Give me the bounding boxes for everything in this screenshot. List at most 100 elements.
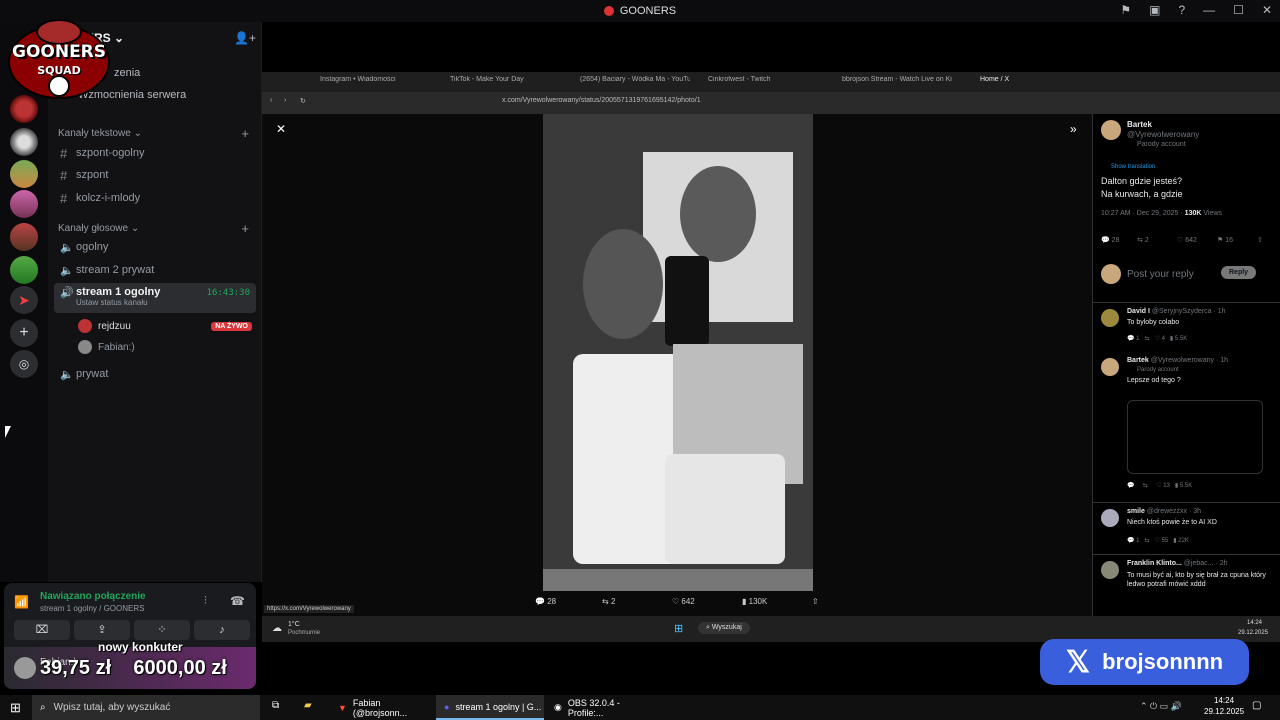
activities-button[interactable]: ⁘ — [134, 620, 190, 640]
hash-icon: # — [60, 190, 68, 206]
server-menu-item[interactable]: zenia — [114, 67, 140, 79]
reply-item[interactable]: David I @SeryjnySzyderca · 1h To byloby … — [1093, 302, 1280, 352]
reply-item[interactable]: Franklin Klinto... @jebac... · 2h To mus… — [1093, 554, 1280, 616]
voice-user-fabian[interactable]: Fabian:) — [78, 339, 252, 355]
browser-tab[interactable]: bbrojson Stream - Watch Live on Kick — [842, 76, 952, 88]
search-input[interactable]: ⌕ Wpisz tutaj, aby wyszukać — [32, 695, 260, 720]
taskbar-brave[interactable]: ▼ Fabian (@brojsonn... — [330, 695, 432, 720]
share-icon[interactable]: ⇧ — [1257, 236, 1263, 244]
browser-tab[interactable]: Cinkrofwest - Twitch — [708, 76, 818, 88]
category-text[interactable]: Kanały tekstowe ⌄ — [58, 128, 142, 139]
voice-channel-ogolny[interactable]: 🔈 ogolny — [54, 237, 256, 257]
server-icon-6[interactable] — [10, 256, 38, 284]
voice-channel-prywat[interactable]: 🔈 prywat — [54, 364, 256, 384]
voice-channel-stream-1[interactable]: 🔊 stream 1 ogolny Ustaw status kanału 16… — [54, 283, 256, 313]
like-icon[interactable]: ♡ 642 — [1177, 236, 1197, 244]
expand-icon[interactable]: » — [1070, 122, 1077, 136]
channel-status[interactable]: Ustaw status kanału — [76, 298, 160, 307]
stream-view[interactable]: Instagram • Wiadomości TikTok - Make You… — [262, 72, 1280, 642]
voice-activity-icon[interactable]: ⫶ — [204, 595, 207, 608]
server-icon-2[interactable] — [10, 128, 38, 156]
clock-time[interactable]: 14:24 — [1214, 696, 1234, 705]
gooners-squad-logo: GOONERS SQUAD — [6, 12, 112, 100]
tray-icons[interactable]: ⌃ ⏻ ▭ 🔊 — [1140, 701, 1182, 712]
back-icon[interactable]: ‹ — [270, 97, 272, 104]
connection-status[interactable]: Nawiązano połączenie — [40, 591, 146, 602]
live-badge: NA ŻYWO — [211, 321, 252, 331]
share-icon[interactable]: ⇧ — [812, 597, 819, 606]
category-voice[interactable]: Kanały głosowe ⌄ — [58, 223, 139, 234]
connection-channel[interactable]: stream 1 ogolny / GOONERS — [40, 604, 144, 613]
translate-link[interactable]: Show translation — [1111, 164, 1155, 170]
search-box[interactable]: ⌕ Wyszukaj — [698, 622, 750, 634]
views-icon[interactable]: ▮ 130K — [742, 597, 767, 606]
help-icon[interactable]: ? — [1178, 3, 1185, 17]
disconnect-icon[interactable]: ☎ — [230, 594, 245, 608]
repost-icon[interactable]: ⇆ 2 — [602, 597, 615, 606]
tweet-handle[interactable]: @Vyrewolwerowany — [1127, 130, 1199, 139]
parody-label: Parody account — [1137, 141, 1186, 148]
server-icon-4[interactable] — [10, 190, 38, 218]
minimize-button[interactable]: — — [1203, 3, 1215, 17]
voice-channel-stream-2[interactable]: 🔈 stream 2 prywat — [54, 260, 256, 280]
clock-date[interactable]: 29.12.2025 — [1204, 707, 1244, 716]
reply-image[interactable] — [1127, 400, 1263, 474]
tweet-text-2: Na kurwach, a gdzie — [1101, 189, 1183, 199]
avatar — [1101, 358, 1119, 376]
close-icon[interactable]: ✕ — [276, 122, 286, 136]
reply-item[interactable]: smile @drewezzxx · 3h Niech ktoś powie ż… — [1093, 502, 1280, 554]
repost-icon[interactable]: ⇆ 2 — [1137, 236, 1149, 244]
browser-tab[interactable]: TikTok - Make Your Day — [450, 76, 560, 88]
reply-icon[interactable]: 💬 28 — [1101, 236, 1119, 244]
voice-user-rejdzuu[interactable]: rejdzuu NA ŻYWO — [78, 318, 252, 334]
avatar — [78, 319, 92, 333]
avatar — [78, 340, 92, 354]
taskbar-obs[interactable]: ◉ OBS 32.0.4 - Profile:... — [546, 695, 650, 720]
task-view-icon[interactable]: ⧉ — [272, 700, 279, 711]
browser-tab[interactable]: Instagram • Wiadomości — [320, 76, 440, 88]
reply-item[interactable]: Bartek @Vyrewolwerowany · 1h Parody acco… — [1093, 354, 1280, 502]
add-voice-channel-icon[interactable]: + — [241, 221, 249, 236]
speaker-icon: 🔊 — [60, 287, 74, 299]
mouse-cursor-icon — [5, 426, 11, 438]
reply-button[interactable]: Reply — [1221, 266, 1257, 279]
server-list: ➤ + ◎ — [0, 22, 48, 582]
address-bar[interactable]: x.com/Vyrewolwerowany/status/20055713197… — [502, 97, 701, 104]
like-icon[interactable]: ♡ 642 — [672, 597, 695, 606]
avatar — [1101, 264, 1121, 284]
channel-kolcz-i-mlody[interactable]: # kolcz-i-mlody — [54, 188, 256, 208]
screen-icon[interactable]: ▣ — [1149, 3, 1160, 17]
server-icon-3[interactable] — [10, 160, 38, 188]
maximize-button[interactable]: ☐ — [1233, 3, 1244, 17]
browser-tab[interactable]: (2654) Baciary - Wódka Ma - YouTub... — [580, 76, 690, 88]
avatar — [1101, 561, 1119, 579]
notifications-icon[interactable]: ▢ — [1252, 700, 1261, 711]
channel-list: ERS ⌄ 👤+ zenia Wzmocnienia serwera Kanał… — [48, 22, 262, 582]
server-icon-5[interactable] — [10, 223, 38, 251]
invite-icon[interactable]: 👤+ — [234, 31, 256, 45]
server-icon-7[interactable]: ➤ — [10, 286, 38, 314]
taskbar-discord[interactable]: ● stream 1 ogolny | G... — [436, 695, 544, 720]
browser-tab-active[interactable]: Home / X — [980, 76, 1080, 88]
start-icon[interactable]: ⊞ — [674, 622, 683, 635]
add-text-channel-icon[interactable]: + — [241, 126, 249, 141]
file-explorer-icon[interactable]: ▰ — [304, 700, 312, 711]
bookmark-icon[interactable]: ⚑ 16 — [1217, 236, 1233, 244]
close-button[interactable]: ✕ — [1262, 3, 1272, 17]
channel-szpont[interactable]: # szpont — [54, 165, 256, 185]
screenshare-button[interactable]: ⇪ — [74, 620, 130, 640]
tweet-author[interactable]: Bartek — [1127, 120, 1152, 129]
avatar — [1101, 120, 1121, 140]
discover-icon[interactable]: ◎ — [10, 350, 38, 378]
channel-szpont-ogolny[interactable]: # szpont-ogolny — [54, 143, 256, 163]
reply-icon[interactable]: 💬 28 — [535, 597, 556, 606]
tweet-photo[interactable] — [543, 114, 813, 591]
inbox-icon[interactable]: ⚑ — [1120, 3, 1131, 17]
start-button[interactable]: ⊞ — [10, 700, 21, 716]
add-server-icon[interactable]: + — [10, 319, 38, 347]
reply-input[interactable]: Post your reply — [1127, 269, 1194, 280]
soundboard-button[interactable]: ♪ — [194, 620, 250, 640]
camera-button[interactable]: ⌧ — [14, 620, 70, 640]
forward-icon[interactable]: › — [284, 97, 286, 104]
reload-icon[interactable]: ↻ — [300, 97, 306, 105]
